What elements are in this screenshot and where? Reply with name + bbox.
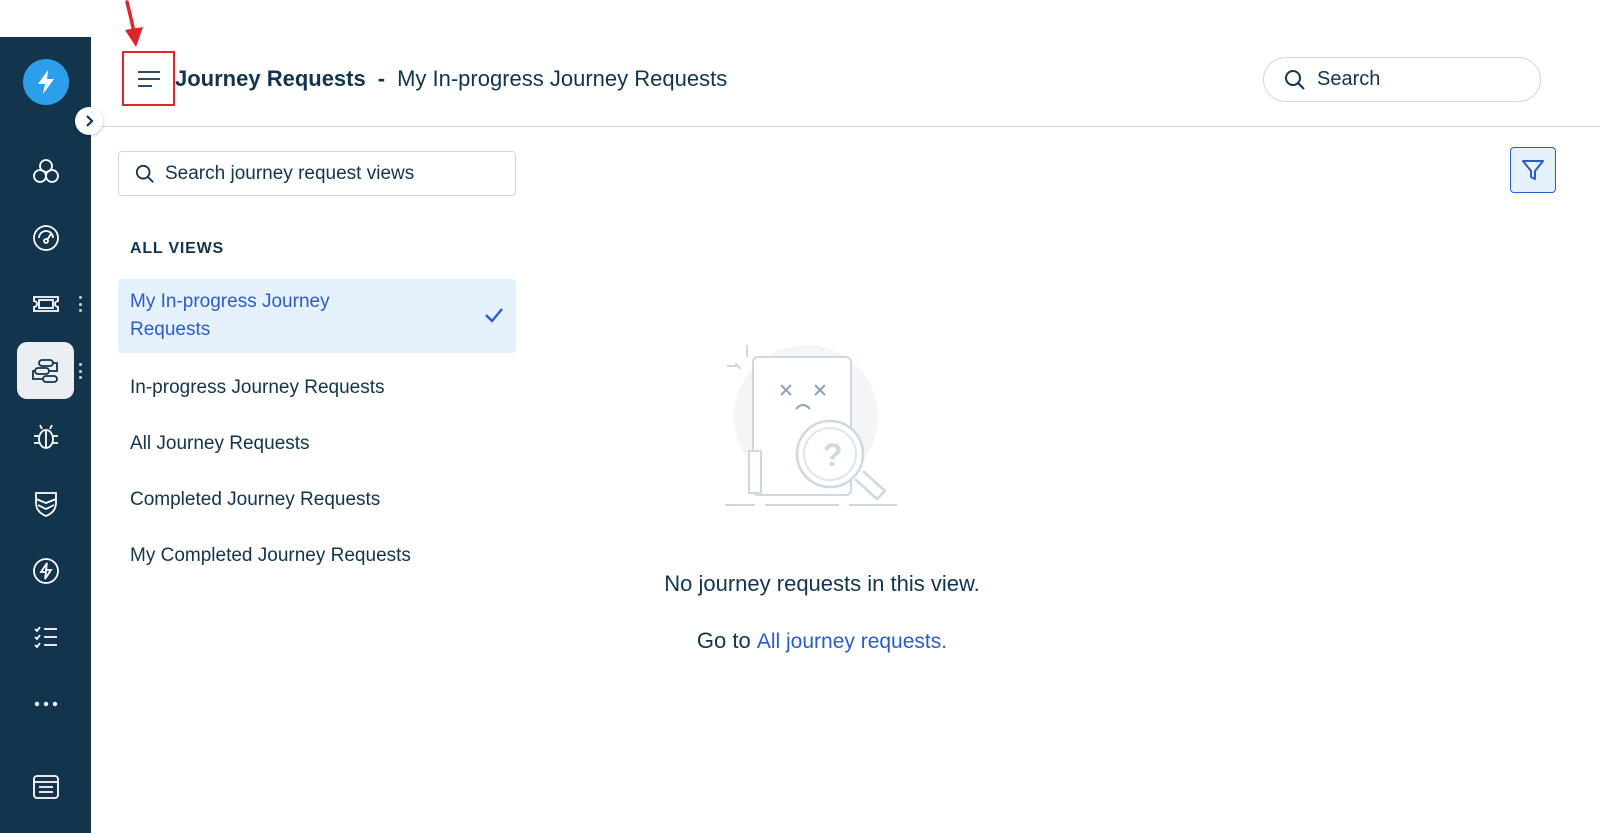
current-view-title: My In-progress Journey Requests [397, 66, 728, 91]
page-title: Journey Requests - My In-progress Journey … [175, 66, 727, 92]
all-journey-requests-link[interactable]: All journey requests. [757, 630, 947, 653]
chevron-right-icon [86, 115, 94, 127]
views-search-input[interactable]: Search journey request views [118, 151, 516, 196]
view-item-in-progress[interactable]: In-progress Journey Requests [118, 373, 516, 403]
filter-icon [1522, 160, 1544, 180]
view-item-label: All Journey Requests [130, 433, 310, 454]
view-item-my-completed[interactable]: My Completed Journey Requests [118, 541, 516, 571]
checkmark-icon [485, 308, 503, 323]
view-item-label: In-progress Journey Requests [130, 377, 385, 398]
page-header: Journey Requests - My In-progress Journey … [91, 37, 1600, 127]
search-icon [1285, 69, 1305, 90]
view-item-my-in-progress[interactable]: My In-progress Journey Requests [118, 279, 516, 353]
reports-icon[interactable] [17, 758, 74, 815]
module-title: Journey Requests [175, 66, 366, 91]
filter-button[interactable] [1510, 147, 1556, 193]
svg-text:?: ? [823, 437, 843, 473]
view-item-all[interactable]: All Journey Requests [118, 429, 516, 459]
releases-icon[interactable] [17, 542, 74, 599]
tasks-icon[interactable] [17, 608, 74, 665]
empty-state-goto: Go to All journey requests. [600, 628, 1044, 654]
apps-icon[interactable] [17, 142, 74, 199]
tickets-icon[interactable] [17, 275, 74, 332]
menu-toggle-button[interactable] [122, 51, 175, 106]
logo-icon[interactable] [23, 59, 69, 105]
global-search-label: Search [1317, 68, 1381, 90]
tickets-more-icon[interactable] [78, 296, 82, 312]
expand-sidebar-button[interactable] [75, 107, 103, 135]
goto-prefix: Go to [696, 628, 751, 653]
changes-icon[interactable] [17, 475, 74, 532]
global-search-input[interactable]: Search [1263, 57, 1541, 102]
hamburger-icon [137, 70, 160, 87]
view-item-completed[interactable]: Completed Journey Requests [118, 485, 516, 515]
empty-state-illustration: ? [725, 345, 897, 506]
views-heading: ALL VIEWS [130, 240, 225, 257]
empty-state-message: No journey requests in this view. [664, 571, 980, 596]
left-nav-rail [0, 37, 91, 833]
problems-icon[interactable] [17, 408, 74, 465]
view-item-label: Completed Journey Requests [130, 489, 381, 510]
title-separator: - [377, 66, 386, 91]
journeys-icon[interactable] [17, 342, 74, 399]
dashboard-icon[interactable] [17, 209, 74, 266]
search-icon [135, 164, 154, 183]
views-search-placeholder: Search journey request views [165, 162, 415, 184]
view-item-label: My Completed Journey Requests [130, 545, 411, 566]
journeys-more-icon[interactable] [78, 363, 82, 379]
more-icon[interactable] [17, 675, 74, 732]
view-item-label: My In-progress Journey Requests [130, 291, 330, 340]
